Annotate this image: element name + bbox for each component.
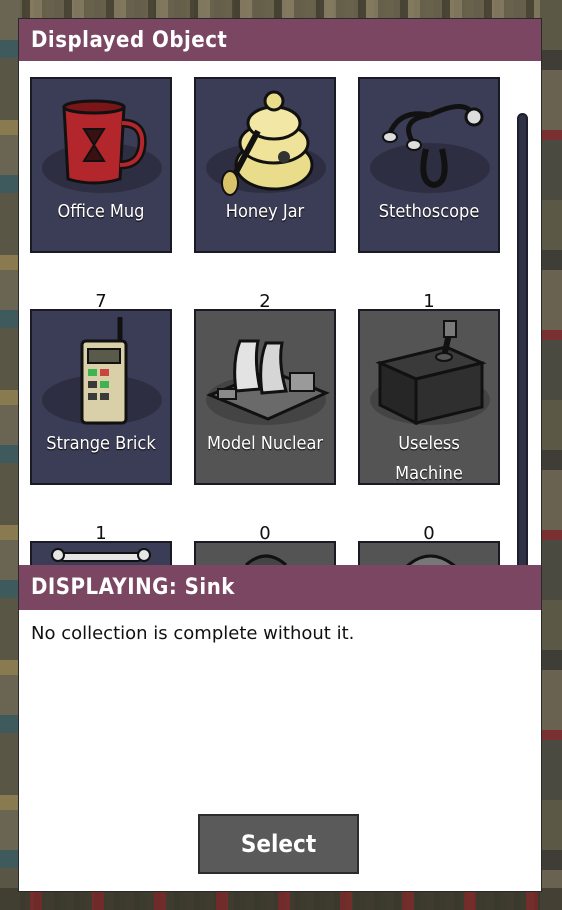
honey-jar-icon [221, 90, 314, 196]
stethoscope-icon [382, 104, 484, 189]
object-tile-model-nuclear[interactable]: Model Nuclear [194, 309, 336, 485]
tile-label: Honey Jar [225, 201, 305, 222]
mug-icon [62, 99, 147, 185]
displaying-description: No collection is complete without it. [31, 623, 355, 644]
grid-scrollbar[interactable] [517, 113, 528, 565]
object-tile-partial[interactable] [358, 541, 500, 565]
displaying-title: DISPLAYING: Sink [19, 565, 541, 610]
tile-label: Strange Brick [46, 433, 156, 454]
game-background-right [540, 0, 562, 910]
object-tile-useless-machine[interactable]: Useless Machine [358, 309, 500, 485]
object-tile-partial[interactable] [30, 541, 172, 565]
scrollbar-thumb[interactable] [519, 115, 526, 565]
box-machine-icon [375, 320, 487, 426]
displayed-object-panel: Displayed Object Office Mug 7 Honey Jar … [18, 18, 542, 892]
object-tile-honey-jar[interactable]: Honey Jar [194, 77, 336, 253]
object-tile-partial[interactable] [194, 541, 336, 565]
nuclear-model-icon [206, 339, 330, 421]
object-grid: Office Mug 7 Honey Jar 2 Stethoscope 1 S… [19, 61, 541, 565]
tile-label: Office Mug [57, 201, 145, 222]
bone-icon [51, 548, 151, 562]
phone-brick-icon [80, 317, 128, 425]
object-tile-office-mug[interactable]: Office Mug [30, 77, 172, 253]
game-background-top [0, 0, 562, 18]
object-tile-stethoscope[interactable]: Stethoscope [358, 77, 500, 253]
locked-object-icon [406, 554, 456, 565]
tile-label: Useless Machine [395, 433, 463, 484]
locked-object-icon [244, 554, 288, 565]
tile-label: Stethoscope [378, 201, 480, 222]
object-tile-strange-brick[interactable]: Strange Brick [30, 309, 172, 485]
game-background-left [0, 0, 20, 910]
select-button[interactable]: Select [198, 814, 359, 874]
panel-title: Displayed Object [19, 19, 541, 61]
tile-label: Model Nuclear [206, 433, 324, 454]
